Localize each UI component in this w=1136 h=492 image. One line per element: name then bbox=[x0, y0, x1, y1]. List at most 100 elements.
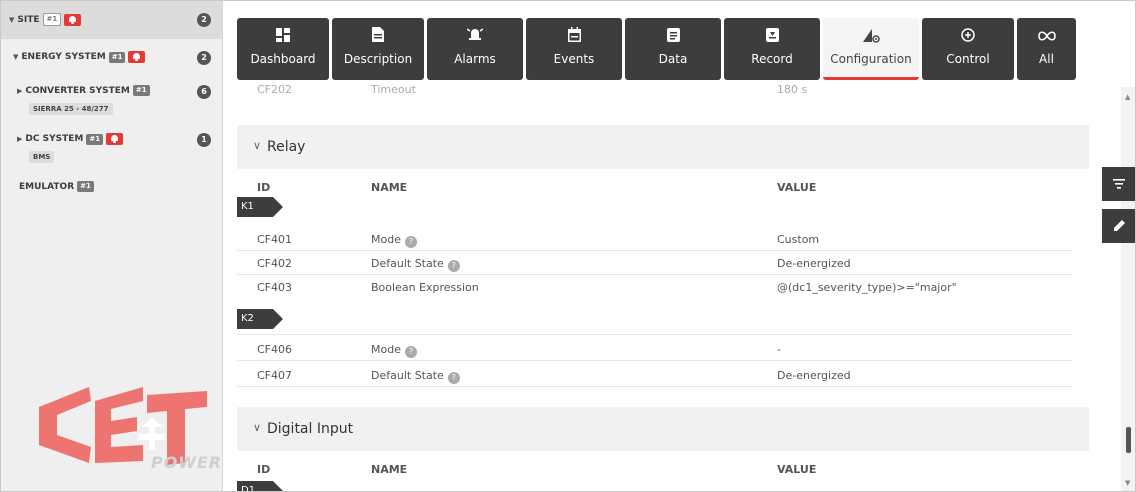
column-header-value: VALUE bbox=[777, 181, 817, 194]
help-icon[interactable]: ? bbox=[447, 260, 460, 272]
count-badge: 2 bbox=[197, 51, 211, 65]
edit-button[interactable] bbox=[1102, 209, 1135, 243]
main-toolbar: Dashboard Description Alarms Events Data bbox=[237, 18, 1089, 80]
scroll-down-icon[interactable]: ▼ bbox=[1125, 479, 1130, 487]
tab-events[interactable]: Events bbox=[526, 18, 622, 80]
tree-item-emulator[interactable]: EMULATOR #1 bbox=[1, 177, 222, 199]
count-badge: 2 bbox=[197, 13, 211, 27]
chevron-down-icon: ∨ bbox=[253, 421, 262, 434]
cell-value: 180 s bbox=[777, 83, 808, 96]
cell-id: CF202 bbox=[257, 83, 293, 96]
help-icon[interactable]: ? bbox=[404, 346, 417, 358]
id-badge: #1 bbox=[42, 13, 62, 26]
tree-item-converter-system[interactable]: ▶ CONVERTER SYSTEM #1 6 SIERRA 25 - 48/2… bbox=[1, 81, 222, 125]
cell-name-text: Default State bbox=[371, 369, 444, 382]
tab-label: Description bbox=[343, 52, 413, 66]
group-tag-d1: D1 bbox=[237, 481, 283, 491]
tab-alarms[interactable]: Alarms bbox=[427, 18, 523, 80]
cell-value[interactable]: Custom bbox=[777, 233, 819, 246]
cell-name: Default State? bbox=[371, 257, 460, 272]
id-badge: #1 bbox=[132, 85, 150, 96]
cell-name: Timeout bbox=[371, 83, 416, 96]
table-row: CF407 Default State? De-energized bbox=[237, 363, 1073, 387]
section-title: Relay bbox=[267, 139, 306, 155]
alarm-bell-icon bbox=[64, 13, 82, 26]
cell-name-text: Mode bbox=[371, 233, 401, 246]
tree-item-label: DC SYSTEM bbox=[25, 134, 84, 144]
table-row-partial: CF202 Timeout 180 s bbox=[237, 77, 1073, 101]
section-header-digital-input[interactable]: ∨ Digital Input bbox=[237, 407, 1089, 451]
tab-label: Record bbox=[751, 52, 793, 66]
cell-name: Default State? bbox=[371, 369, 460, 384]
tree-item-energy-system[interactable]: ▼ ENERGY SYSTEM #1 2 bbox=[1, 39, 222, 77]
id-badge: #1 bbox=[77, 181, 94, 192]
alarm-bell-icon bbox=[106, 133, 124, 145]
main-content: CF202 Timeout 180 s ∨ Relay ID NAME VALU… bbox=[225, 83, 1102, 491]
table-row: CF403 Boolean Expression @(dc1_severity_… bbox=[237, 275, 1073, 335]
tab-dashboard[interactable]: Dashboard bbox=[237, 18, 329, 80]
filter-button[interactable] bbox=[1102, 167, 1135, 201]
tab-label: Data bbox=[658, 52, 688, 66]
cell-value[interactable]: De-energized bbox=[777, 257, 851, 270]
help-icon[interactable]: ? bbox=[404, 236, 417, 248]
column-header-name: NAME bbox=[371, 463, 408, 476]
tab-label: All bbox=[1039, 52, 1054, 66]
group-tag-k1: K1 bbox=[237, 197, 283, 217]
scrollbar-thumb[interactable] bbox=[1126, 427, 1131, 453]
tree-item-label: ENERGY SYSTEM bbox=[21, 52, 106, 62]
section-title: Digital Input bbox=[267, 421, 354, 437]
sidebar: ▼ SITE #1 2 ▼ ENERGY SYSTEM #1 2 ▶ CONVE… bbox=[1, 1, 223, 491]
tab-record[interactable]: Record bbox=[724, 18, 820, 80]
tab-all[interactable]: All bbox=[1017, 18, 1076, 80]
pencil-icon bbox=[1114, 220, 1125, 231]
tree-item-label: SITE bbox=[17, 14, 40, 25]
tree-item-site[interactable]: ▼ SITE #1 2 bbox=[1, 1, 222, 39]
cell-name: Mode? bbox=[371, 343, 417, 358]
count-badge: 1 bbox=[197, 133, 211, 147]
table-row: CF406 Mode? - bbox=[237, 337, 1073, 361]
tab-label: Alarms bbox=[454, 52, 496, 66]
logo-power-text: POWER bbox=[151, 453, 223, 472]
cell-name-text: Mode bbox=[371, 343, 401, 356]
configuration-icon bbox=[823, 27, 919, 43]
vertical-scrollbar[interactable]: ▲ ▼ bbox=[1121, 87, 1135, 491]
tab-description[interactable]: Description bbox=[332, 18, 424, 80]
tab-label: Configuration bbox=[830, 52, 912, 66]
id-badge: #1 bbox=[86, 133, 104, 145]
help-icon[interactable]: ? bbox=[447, 372, 460, 384]
infinity-icon bbox=[1017, 27, 1076, 43]
control-icon bbox=[922, 27, 1014, 43]
app-window: ▼ SITE #1 2 ▼ ENERGY SYSTEM #1 2 ▶ CONVE… bbox=[0, 0, 1136, 492]
cell-id: CF401 bbox=[257, 233, 293, 246]
chevron-down-icon: ∨ bbox=[253, 139, 262, 152]
alarm-bell-icon bbox=[128, 51, 146, 63]
tree-item-dc-system[interactable]: ▶ DC SYSTEM #1 1 BMS bbox=[1, 129, 222, 173]
filter-icon bbox=[1113, 179, 1125, 189]
cell-name: Boolean Expression bbox=[371, 281, 479, 294]
table-row: CF402 Default State? De-energized bbox=[237, 251, 1073, 275]
cell-id: CF403 bbox=[257, 281, 293, 294]
data-icon bbox=[625, 27, 721, 43]
cell-value[interactable]: - bbox=[777, 343, 781, 356]
cell-id: CF406 bbox=[257, 343, 293, 356]
cell-value[interactable]: De-energized bbox=[777, 369, 851, 382]
caret-right-icon: ▶ bbox=[17, 86, 23, 95]
scroll-up-icon[interactable]: ▲ bbox=[1125, 93, 1130, 101]
cell-value[interactable]: @(dc1_severity_type)>="major" bbox=[777, 281, 957, 294]
tab-data[interactable]: Data bbox=[625, 18, 721, 80]
tab-configuration[interactable]: Configuration bbox=[823, 18, 919, 80]
cell-name: Mode? bbox=[371, 233, 417, 248]
caret-down-icon: ▼ bbox=[9, 15, 15, 24]
tab-label: Events bbox=[553, 52, 595, 66]
tab-control[interactable]: Control bbox=[922, 18, 1014, 80]
column-header-value: VALUE bbox=[777, 463, 817, 476]
group-tag-k2: K2 bbox=[237, 309, 283, 329]
column-header-id: ID bbox=[257, 463, 271, 476]
tree-item-label: EMULATOR bbox=[19, 181, 75, 192]
section-header-relay[interactable]: ∨ Relay bbox=[237, 125, 1089, 169]
alarm-icon bbox=[427, 27, 523, 43]
caret-right-icon: ▶ bbox=[17, 135, 23, 143]
caret-down-icon: ▼ bbox=[13, 53, 19, 61]
device-model-badge: SIERRA 25 - 48/277 bbox=[29, 103, 113, 115]
document-icon bbox=[332, 27, 424, 43]
